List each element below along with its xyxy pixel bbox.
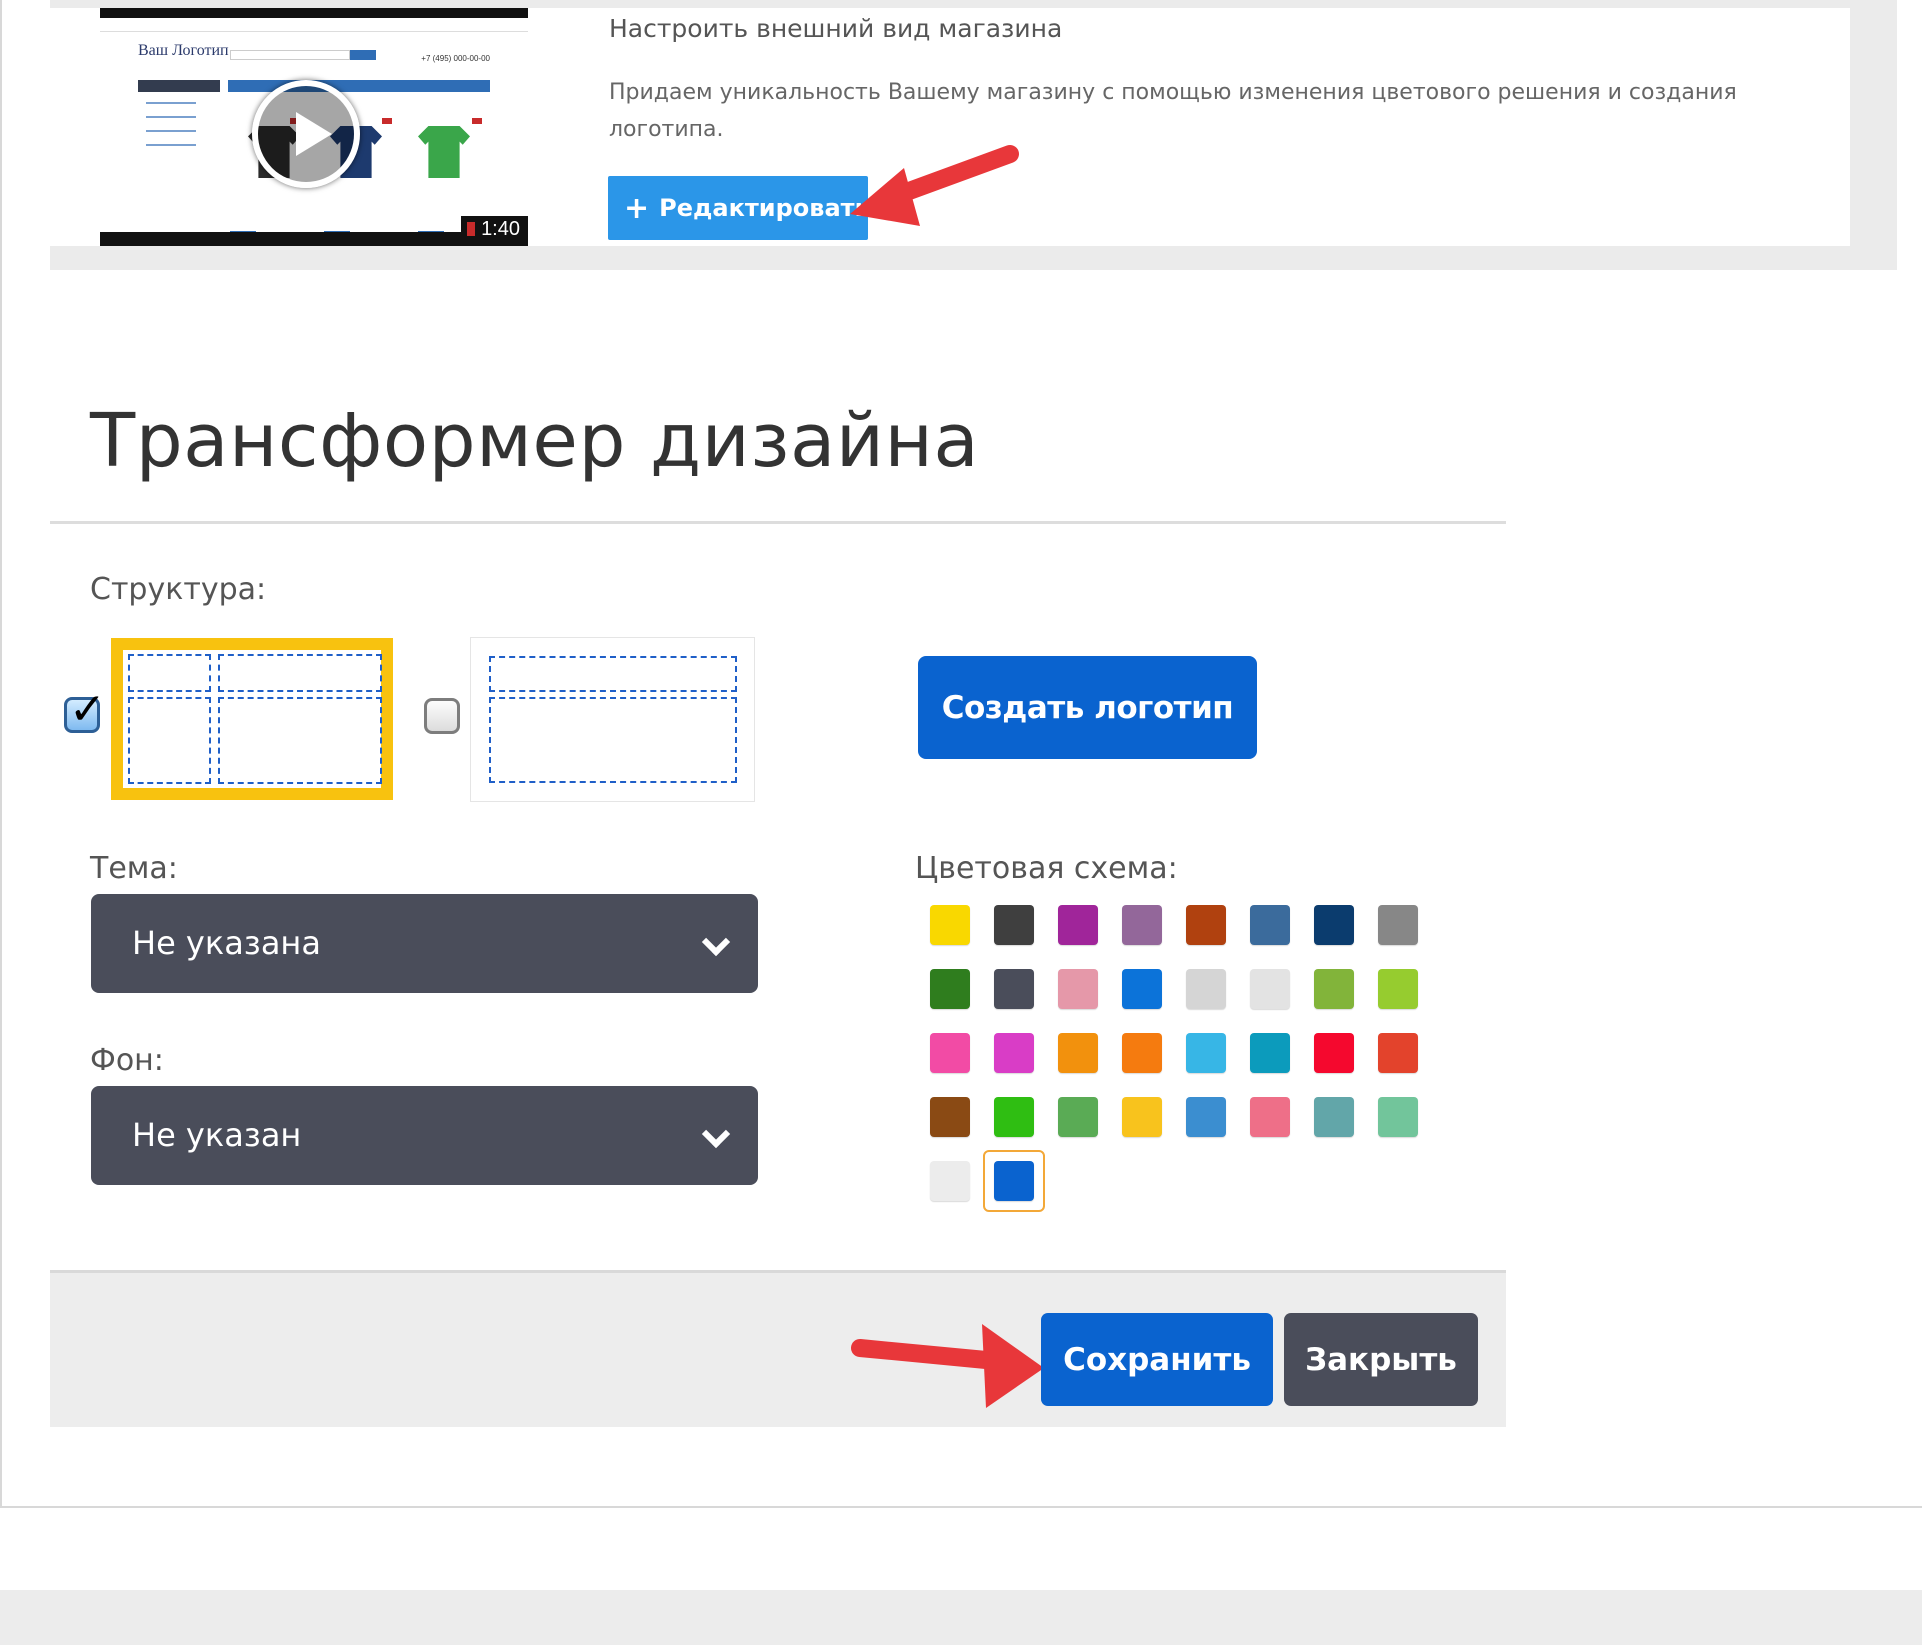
- color-swatch[interactable]: [1378, 969, 1418, 1009]
- color-swatch[interactable]: [994, 905, 1034, 945]
- color-swatch[interactable]: [994, 1033, 1034, 1073]
- color-swatch[interactable]: [930, 905, 970, 945]
- structure-option-sidebar[interactable]: [111, 638, 393, 800]
- color-swatch[interactable]: [1378, 1033, 1418, 1073]
- structure-option-full-width[interactable]: [470, 637, 755, 802]
- structure-checkbox-sidebar[interactable]: [64, 684, 106, 735]
- chevron-down-icon: [701, 1119, 731, 1149]
- plus-icon: +: [624, 191, 650, 226]
- color-swatch[interactable]: [930, 969, 970, 1009]
- color-swatch[interactable]: [1058, 905, 1098, 945]
- footer-strip: [0, 1590, 1922, 1645]
- color-swatch[interactable]: [1378, 905, 1418, 945]
- video-preview-sidebar: [138, 80, 220, 92]
- close-button[interactable]: Закрыть: [1284, 1313, 1478, 1406]
- background-select-value: Не указан: [132, 1116, 302, 1154]
- color-swatch[interactable]: [1250, 1033, 1290, 1073]
- color-swatch[interactable]: [1250, 969, 1290, 1009]
- color-swatch[interactable]: [930, 1097, 970, 1137]
- video-preview-button: [350, 50, 376, 60]
- color-swatch[interactable]: [1122, 1033, 1162, 1073]
- structure-label: Структура:: [90, 572, 267, 607]
- video-preview-logo: Ваш Логотип: [138, 42, 229, 59]
- color-swatch[interactable]: [930, 1161, 970, 1201]
- theme-label: Тема:: [90, 851, 178, 886]
- color-swatch[interactable]: [1058, 1097, 1098, 1137]
- play-icon[interactable]: [252, 80, 360, 188]
- customize-card-description: Придаем уникальность Вашему магазину с п…: [609, 80, 1737, 142]
- video-thumbnail[interactable]: Ваш Логотип +7 (495) 000-00-00 1:40: [100, 8, 528, 246]
- edit-button[interactable]: + Редактировать: [608, 176, 868, 240]
- background-select[interactable]: Не указан: [91, 1086, 758, 1185]
- save-button[interactable]: Сохранить: [1041, 1313, 1273, 1406]
- structure-checkbox-full-width[interactable]: [424, 698, 460, 734]
- video-preview-nav: [228, 80, 490, 92]
- layout-cell: [128, 654, 211, 692]
- layout-cell: [489, 656, 737, 692]
- page-title: Трансформер дизайна: [90, 398, 980, 484]
- color-swatch[interactable]: [1186, 969, 1226, 1009]
- color-swatch[interactable]: [1250, 1097, 1290, 1137]
- color-scheme-label: Цветовая схема:: [915, 851, 1178, 886]
- color-swatch[interactable]: [1122, 969, 1162, 1009]
- tshirt-green-image: [418, 126, 470, 178]
- color-swatch[interactable]: [994, 969, 1034, 1009]
- color-swatch[interactable]: [1058, 1033, 1098, 1073]
- color-swatch[interactable]: [1314, 905, 1354, 945]
- color-swatch[interactable]: [994, 1161, 1034, 1201]
- sale-tag: [382, 118, 392, 124]
- layout-cell: [218, 697, 382, 784]
- background-label: Фон:: [90, 1043, 164, 1078]
- color-swatch[interactable]: [1186, 1097, 1226, 1137]
- video-duration: 1:40: [461, 216, 528, 242]
- color-swatch[interactable]: [1314, 1033, 1354, 1073]
- color-swatch[interactable]: [994, 1097, 1034, 1137]
- color-swatch[interactable]: [1378, 1097, 1418, 1137]
- video-preview-search: [230, 50, 350, 60]
- color-swatch[interactable]: [1250, 905, 1290, 945]
- color-swatch[interactable]: [1314, 1097, 1354, 1137]
- layout-cell: [489, 697, 737, 783]
- red-arrow-annotation: [851, 1324, 1044, 1408]
- color-swatch[interactable]: [930, 1033, 970, 1073]
- video-preview-sidebar-links: [146, 102, 206, 158]
- title-divider: [50, 521, 1506, 524]
- color-swatch[interactable]: [1122, 1097, 1162, 1137]
- create-logo-button[interactable]: Создать логотип: [918, 656, 1257, 759]
- chevron-down-icon: [701, 927, 731, 957]
- video-preview-phone: +7 (495) 000-00-00: [421, 54, 490, 63]
- theme-select[interactable]: Не указана: [91, 894, 758, 993]
- color-swatch[interactable]: [1122, 905, 1162, 945]
- video-preview-header: [100, 24, 528, 32]
- color-swatch[interactable]: [1058, 969, 1098, 1009]
- theme-select-value: Не указана: [132, 924, 321, 962]
- color-swatch[interactable]: [1186, 905, 1226, 945]
- layout-cell: [128, 697, 211, 784]
- color-swatch[interactable]: [1314, 969, 1354, 1009]
- color-swatch[interactable]: [1186, 1033, 1226, 1073]
- red-arrow-annotation: [850, 145, 1019, 226]
- layout-cell: [218, 654, 382, 692]
- sale-tag: [472, 118, 482, 124]
- customize-card-title: Настроить внешний вид магазина: [609, 14, 1063, 43]
